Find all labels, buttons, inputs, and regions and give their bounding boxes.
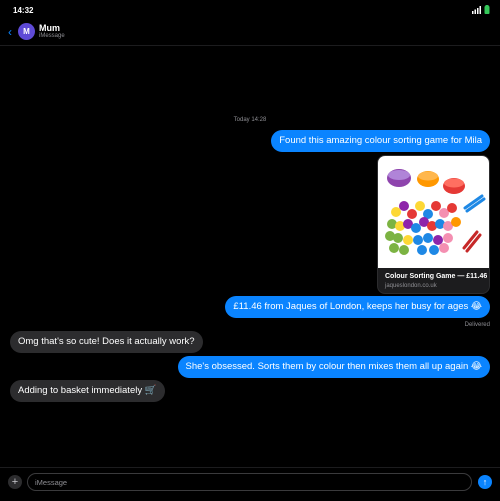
delivery-status: Delivered: [464, 322, 490, 328]
status-icons: [472, 5, 490, 14]
link-preview-domain: jaqueslondon.co.uk: [385, 283, 437, 289]
wifi-icon: [472, 5, 481, 14]
plus-icon[interactable]: +: [8, 475, 22, 489]
service-label: iMessage: [39, 33, 65, 39]
message-input-placeholder: iMessage: [35, 478, 68, 487]
contact-name[interactable]: Mum: [39, 23, 60, 33]
message-incoming[interactable]: Omg that's so cute! Does it actually wor…: [10, 331, 203, 353]
composer-bar: + iMessage ↑: [0, 467, 500, 501]
status-time: 14:32: [13, 6, 34, 15]
link-preview-title: Colour Sorting Game — £11.46: [385, 273, 488, 280]
thread-timestamp: Today 14:28: [233, 117, 267, 123]
message-input[interactable]: iMessage: [27, 473, 472, 491]
message-outgoing[interactable]: She's obsessed. Sorts them by colour the…: [177, 356, 490, 378]
message-outgoing[interactable]: £11.46 from Jaques of London, keeps her …: [225, 296, 490, 318]
chevron-left-icon[interactable]: ‹: [8, 25, 12, 39]
product-image: [378, 156, 489, 268]
link-preview-card[interactable]: Colour Sorting Game — £11.46 jaqueslondo…: [377, 155, 490, 294]
status-bar: 14:32: [0, 0, 500, 20]
arrow-up-icon[interactable]: ↑: [478, 475, 492, 489]
message-incoming[interactable]: Adding to basket immediately 🛒: [10, 380, 165, 402]
battery-icon: [484, 5, 490, 14]
avatar[interactable]: M: [18, 23, 35, 40]
conversation-header: ‹ M Mum iMessage: [0, 20, 500, 46]
message-outgoing[interactable]: Found this amazing colour sorting game f…: [271, 130, 490, 152]
